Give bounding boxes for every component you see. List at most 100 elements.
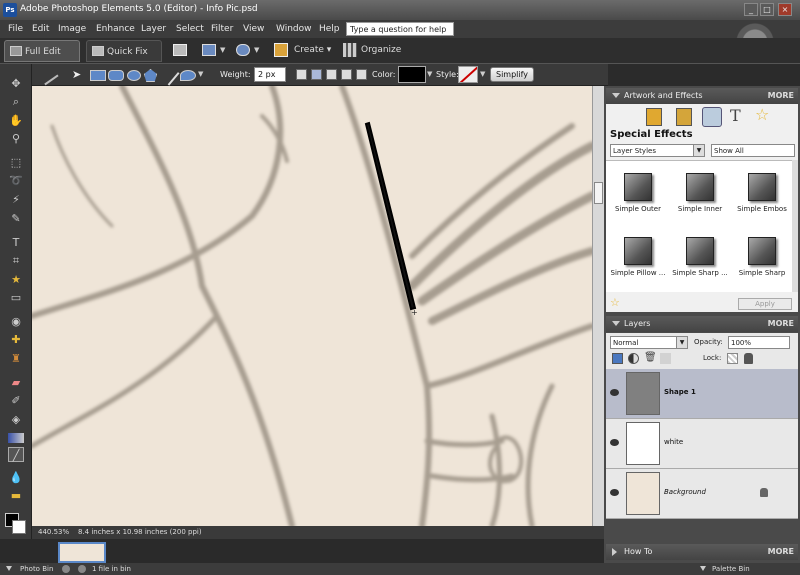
create-button[interactable]: Create ▾ [294,45,331,55]
prev-photo-icon[interactable] [62,565,70,573]
effect-simple-pillow[interactable]: Simple Pillow ... [608,227,668,287]
text-effects-icon[interactable]: T [730,106,741,125]
layer-row-shape-1[interactable]: Shape 1 [606,369,798,419]
effects-type-select[interactable]: Layer Styles ▼ [610,144,705,157]
paint-bucket-tool-icon[interactable]: ◈ [8,412,24,427]
layers-header[interactable]: Layers MORE [606,316,798,332]
tab-full-edit[interactable]: Full Edit [4,40,80,62]
ellipse-tool-icon[interactable] [127,70,141,81]
effects-scrollbar[interactable] [792,160,798,292]
style-dropdown-icon[interactable]: ▼ [480,70,485,78]
lock-transparency-icon[interactable] [727,353,738,364]
selection-brush-tool-icon[interactable]: ✎ [8,211,24,226]
menu-image[interactable]: Image [58,20,86,38]
link-layer-icon[interactable] [660,353,671,364]
crop-tool-icon[interactable]: ⌗ [8,253,24,268]
scroll-thumb[interactable] [594,182,603,204]
new-layer-icon[interactable] [612,353,623,364]
shape-mode-new-icon[interactable] [296,69,307,80]
zoom-level[interactable]: 440.53% [38,526,69,539]
expand-triangle-icon[interactable] [612,548,617,556]
opacity-input[interactable]: 100% [728,336,790,349]
layer-row-background[interactable]: Background [606,469,798,519]
background-color-swatch[interactable] [12,520,26,534]
themes-icon[interactable] [676,108,692,126]
menu-help[interactable]: Help [319,20,340,38]
shape-mode-add-icon[interactable] [311,69,322,80]
shape-mode-intersect-icon[interactable] [341,69,352,80]
lock-all-icon[interactable] [744,353,753,364]
selection-arrow-icon[interactable]: ➤ [72,68,81,81]
menu-filter[interactable]: Filter [211,20,233,38]
brush-tool-icon[interactable]: ✐ [8,393,24,408]
image-canvas[interactable]: + [32,86,592,526]
effects-filter-select[interactable]: Show All [711,144,795,157]
rectangle-tool-icon[interactable] [90,70,106,81]
create-icon[interactable] [274,43,288,57]
artwork-icon[interactable] [646,108,662,126]
maximize-button[interactable]: □ [760,3,774,16]
style-none-icon[interactable] [458,66,478,83]
menu-layer[interactable]: Layer [141,20,166,38]
effect-simple-outer[interactable]: Simple Outer [608,163,668,223]
simplify-button[interactable]: Simplify [490,67,534,82]
drawn-line-shape[interactable] [364,121,417,311]
apply-button[interactable]: Apply [738,298,792,310]
share-icon[interactable] [202,44,216,56]
palette-bin-label[interactable]: Palette Bin [712,563,750,575]
add-favorite-icon[interactable]: ☆ [610,296,620,309]
photo-bin-toggle-icon[interactable] [6,566,12,571]
layers-more-button[interactable]: MORE [768,316,794,332]
artwork-more-button[interactable]: MORE [768,88,794,104]
shape-mode-exclude-icon[interactable] [356,69,367,80]
straighten-tool-icon[interactable]: ▭ [8,290,24,305]
line-tool-preset-icon[interactable] [37,64,59,86]
move-tool-icon[interactable]: ✥ [8,76,24,91]
custom-shape-tool-icon[interactable] [180,70,196,81]
collapse-triangle-icon[interactable] [612,321,620,326]
marquee-tool-icon[interactable]: ⬚ [8,155,24,170]
sponge-tool-icon[interactable]: ▬ [8,488,24,503]
how-to-more-button[interactable]: MORE [768,544,794,560]
visibility-eye-icon[interactable] [610,439,619,446]
color-swatch[interactable] [398,66,426,83]
tab-quick-fix[interactable]: Quick Fix [86,40,162,62]
artwork-effects-header[interactable]: Artwork and Effects MORE [606,88,798,104]
rounded-rectangle-tool-icon[interactable] [108,70,124,81]
eraser-tool-icon[interactable]: ▰ [8,375,24,390]
magic-wand-tool-icon[interactable]: ⚡ [8,192,24,207]
type-tool-icon[interactable]: T [8,235,24,250]
print-icon[interactable] [173,44,187,56]
shape-mode-subtract-icon[interactable] [326,69,337,80]
hand-tool-icon[interactable]: ✋ [8,113,24,128]
menu-file[interactable]: File [8,20,23,38]
layer-row-white[interactable]: white [606,419,798,469]
clone-stamp-tool-icon[interactable]: ♜ [8,351,24,366]
visibility-eye-icon[interactable] [610,389,619,396]
polygon-tool-icon[interactable] [144,69,157,82]
zoom-tool-icon[interactable]: ⌕ [8,94,24,109]
how-to-header[interactable]: How To MORE [606,544,798,560]
effect-simple-sharp-2[interactable]: Simple Sharp [732,227,792,287]
red-eye-tool-icon[interactable]: ◉ [8,314,24,329]
visibility-eye-icon[interactable] [610,489,619,496]
menu-window[interactable]: Window [276,20,312,38]
healing-brush-tool-icon[interactable]: ✚ [8,332,24,347]
share-dropdown-icon[interactable]: ▼ [220,46,225,54]
collapse-triangle-icon[interactable] [612,93,620,98]
effect-simple-emboss[interactable]: Simple Embos [732,163,792,223]
weight-input[interactable]: 2 px [254,67,286,82]
menu-edit[interactable]: Edit [32,20,49,38]
favorites-icon[interactable]: ☆ [755,105,769,124]
gradient-tool-icon[interactable] [8,433,24,443]
vertical-scrollbar[interactable] [592,86,604,526]
minimize-button[interactable]: _ [744,3,758,16]
blend-mode-select[interactable]: Normal ▼ [610,336,688,349]
organize-button[interactable]: Organize [361,45,401,55]
effect-simple-inner[interactable]: Simple Inner [670,163,730,223]
email-icon[interactable] [236,44,250,56]
blur-tool-icon[interactable]: 💧 [8,470,24,485]
adjustment-layer-icon[interactable] [628,353,639,364]
photo-bin-label[interactable]: Photo Bin [20,563,53,575]
color-dropdown-icon[interactable]: ▼ [427,70,432,78]
